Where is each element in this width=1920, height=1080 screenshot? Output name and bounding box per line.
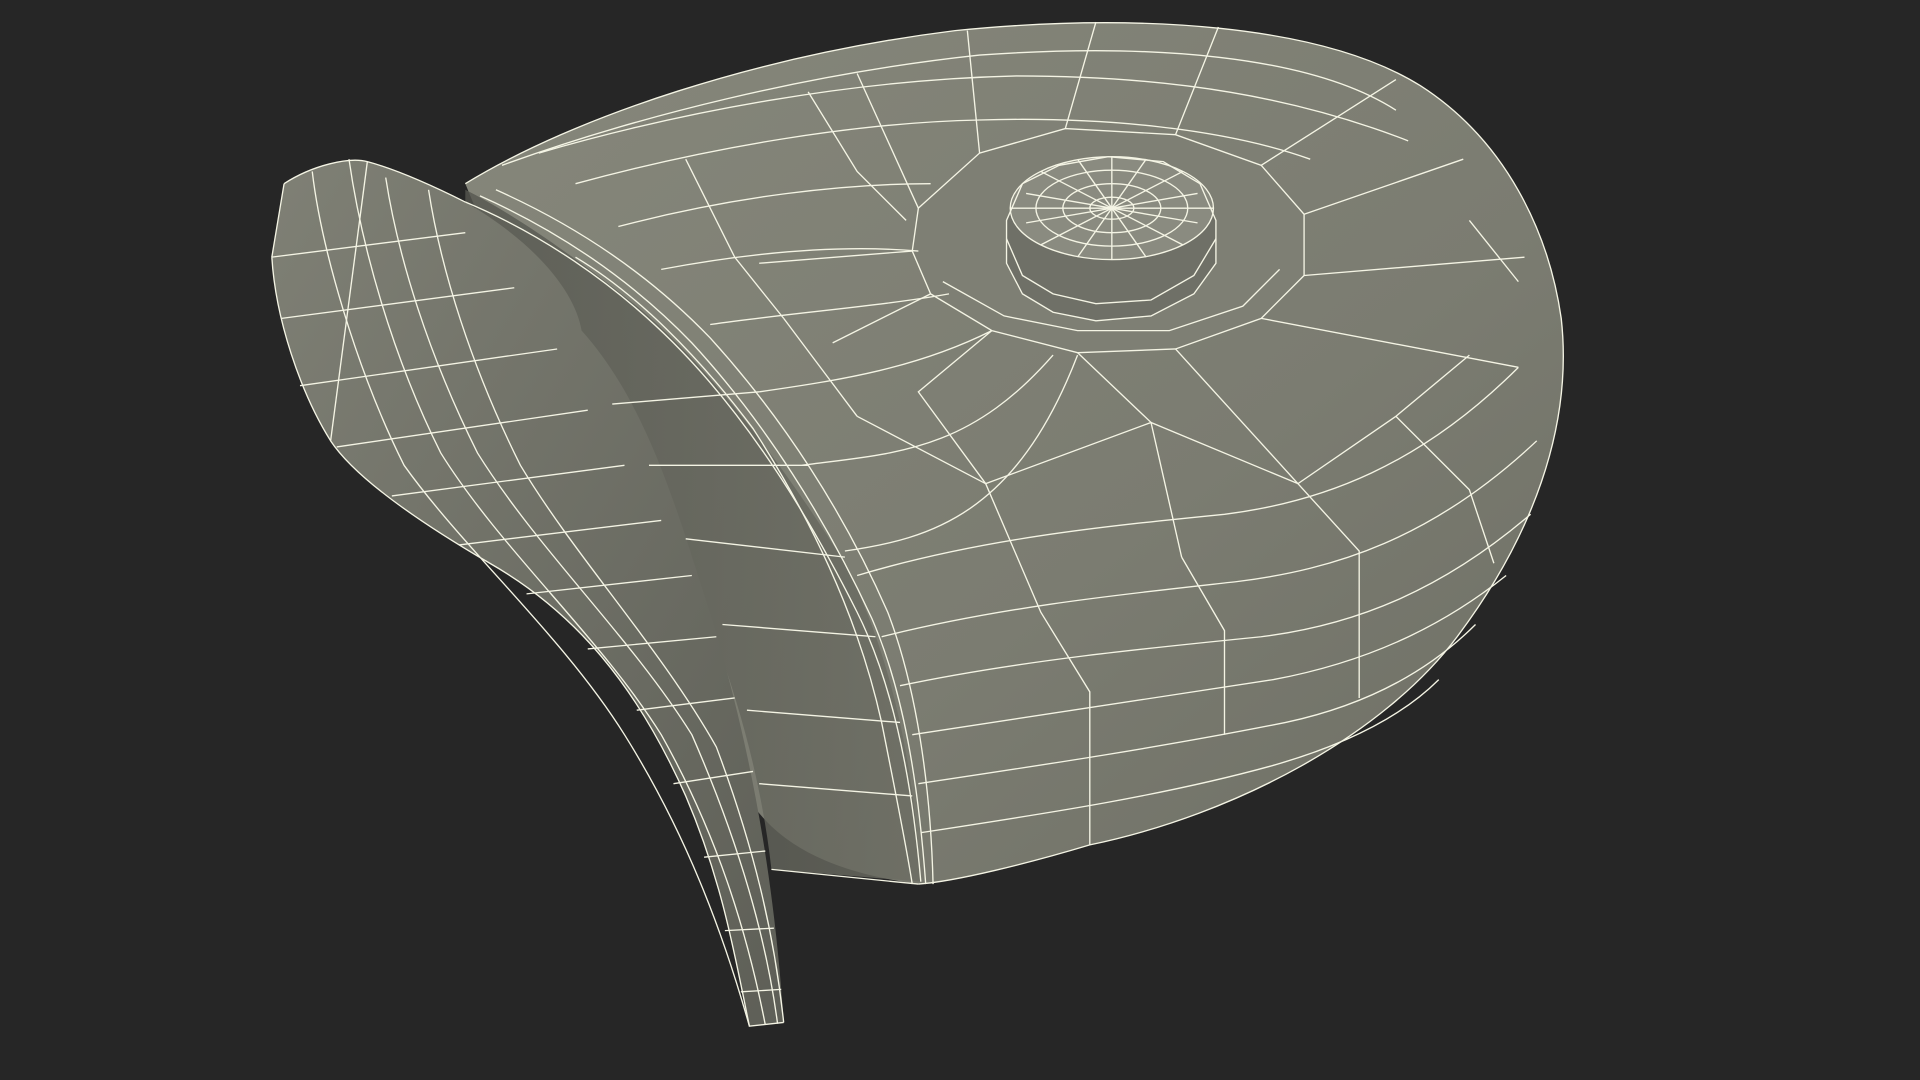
wireframe-model	[271, 21, 1564, 1027]
render-viewport	[0, 0, 1920, 1080]
